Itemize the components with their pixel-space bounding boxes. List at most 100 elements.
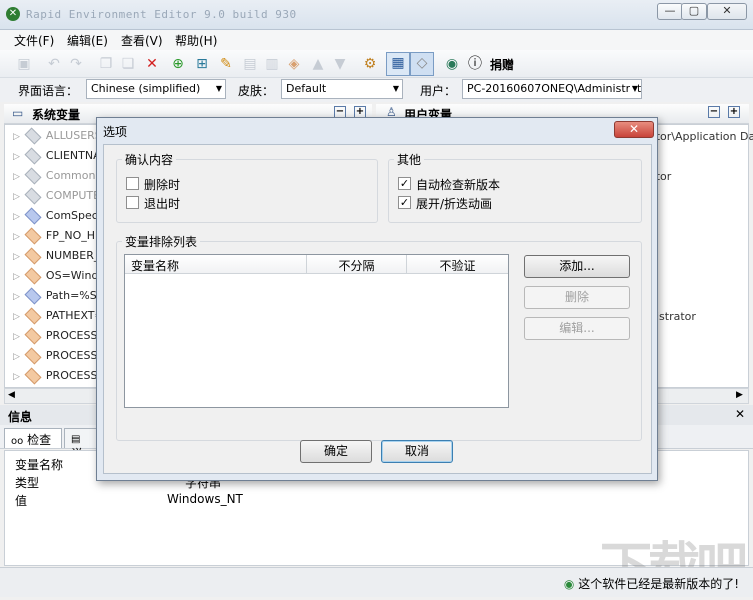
info-title: 信息 [8,410,33,424]
other-group-title: 其他 [394,151,425,168]
list-item[interactable]: ▷ PATHEXT= [13,307,104,329]
list-item[interactable]: ▷ ALLUSERS [13,127,102,149]
menu-edit[interactable]: 编辑(E) [67,32,108,49]
scroll-right-icon[interactable]: ▶ [736,390,743,400]
column-header-name[interactable]: 变量名称 [125,255,307,274]
cut-icon[interactable]: ▤ [240,54,260,74]
list-item[interactable]: ▷ Path=%S [13,287,97,309]
close-button[interactable]: ✕ [707,3,747,20]
clone-icon[interactable]: ▥ [262,54,282,74]
tab-check[interactable]: oo 检查 [4,428,62,448]
info-row-type-label: 类型 [15,476,40,490]
help-icon[interactable]: ⓘ [465,54,485,74]
exclude-group-title: 变量排除列表 [122,233,201,250]
donate-link[interactable]: 捐赠 [490,56,514,73]
settings-row: 界面语言： Chinese (simplified) ▼ 皮肤： Default… [0,78,753,102]
expand-animation-checkbox[interactable]: ✓ [398,196,411,209]
menu-view[interactable]: 查看(V) [121,32,163,49]
language-value: Chinese (simplified) [91,82,201,95]
dialog-title: 选项 [103,125,128,139]
expand-animation-label[interactable]: 展开/折迭动画 [416,195,492,212]
auto-check-checkbox[interactable]: ✓ [398,177,411,190]
tab-description[interactable]: ▤ 说 [64,428,100,461]
list-item[interactable]: ▷ PROCESS [13,347,97,369]
delete-button[interactable]: 删除 [524,286,630,309]
system-vars-title: 系统变量 [32,108,81,122]
cancel-button[interactable]: 取消 [381,440,453,463]
confirm-group-title: 确认内容 [122,151,177,168]
minimize-button[interactable]: — [657,3,683,20]
status-message: ◉ 这个软件已经是最新版本的了! [564,575,739,592]
scroll-left-icon[interactable]: ◀ [8,390,15,400]
info-row-value-label: 值 [15,494,28,508]
options-dialog: 选项 ✕ 确认内容 删除时 退出时 其他 ✓ 自动检查新版本 ✓ 展开/折迭动画… [96,117,658,481]
language-select[interactable]: Chinese (simplified) ▼ [86,79,226,99]
delete-icon[interactable]: ✕ [142,54,162,74]
language-label: 界面语言： [18,84,79,98]
monitor-icon: ▭ [12,106,24,120]
auto-check-label[interactable]: 自动检查新版本 [416,176,500,193]
skin-value: Default [286,82,327,95]
expand-all-icon[interactable]: + [728,106,740,118]
window-title: Rapid Environment Editor 9.0 build 930 [26,8,297,21]
exclude-table[interactable]: 变量名称 不分隔 不验证 [124,254,509,408]
copy-icon[interactable]: ❐ [96,54,116,74]
list-item[interactable]: ▷ NUMBER_ [13,247,99,269]
collapse-all-icon[interactable]: − [708,106,720,118]
user-label: 用户： [420,84,457,98]
list-item[interactable]: ▷ FP_NO_H [13,227,95,249]
user-select[interactable]: PC-20160607ONEQ\Administrato ▼ [462,79,642,99]
save-icon[interactable]: ▣ [14,54,34,74]
undo-icon[interactable]: ↶ [44,54,64,74]
list-item[interactable]: ▷ ComSpec= [13,207,107,229]
document-icon: ▤ [71,434,81,445]
column-header-no-validate[interactable]: 不验证 [407,255,508,274]
status-text: 这个软件已经是最新版本的了! [578,577,739,591]
edit-icon[interactable]: ✎ [216,54,236,74]
paste-icon[interactable]: ❏ [118,54,138,74]
close-icon[interactable]: ✕ [735,407,745,421]
edit-button[interactable]: 编辑... [524,317,630,340]
add-button[interactable]: 添加... [524,255,630,278]
skin-select[interactable]: Default ▼ [281,79,403,99]
column-header-no-split[interactable]: 不分隔 [307,255,407,274]
glasses-icon: oo [11,436,24,447]
move-down-icon[interactable]: ▼ [330,54,350,74]
list-item[interactable]: ator\Application Da [649,130,753,143]
window-icon[interactable]: ▦ [386,52,410,76]
dialog-close-button[interactable]: ✕ [614,121,654,138]
list-item[interactable]: ▷ OS=Wind [13,267,98,289]
delete-confirm-checkbox[interactable] [126,177,139,190]
tab-check-label: 检查 [27,433,52,447]
list-item[interactable]: ▷ PROCESS [13,367,97,389]
ok-button[interactable]: 确定 [300,440,372,463]
options-icon[interactable]: ◇ [410,52,434,76]
dialog-body: 确认内容 删除时 退出时 其他 ✓ 自动检查新版本 ✓ 展开/折迭动画 变量排除… [103,144,652,474]
move-up-icon[interactable]: ▲ [308,54,328,74]
redo-icon[interactable]: ↷ [66,54,86,74]
add-value-icon[interactable]: ⊞ [192,54,212,74]
chevron-down-icon: ▼ [629,84,638,93]
delete-confirm-label[interactable]: 删除时 [144,176,180,193]
list-item[interactable]: ▷ COMPUTE [13,187,100,209]
tag-icon[interactable]: ◈ [284,54,304,74]
check-globe-icon: ◉ [563,577,575,591]
info-row-value-value: Windows_NT [167,492,243,506]
exit-confirm-label[interactable]: 退出时 [144,195,180,212]
add-variable-icon[interactable]: ⊕ [168,54,188,74]
globe-icon[interactable]: ◉ [442,54,462,74]
menu-file[interactable]: 文件(F) [14,32,54,49]
chevron-down-icon: ▼ [392,84,399,93]
skin-label: 皮肤： [238,84,275,98]
menu-help[interactable]: 帮助(H) [175,32,217,49]
list-item[interactable]: ▷ PROCESS [13,327,97,349]
chevron-down-icon: ▼ [215,84,222,93]
maximize-button[interactable]: ▢ [681,3,707,20]
toolbar: ▣ ↶ ↷ ❐ ❏ ✕ ⊕ ⊞ ✎ ▤ ▥ ◈ ▲ ▼ ⚙ ▦ ◇ ◉ ⓘ 捐赠 [0,50,753,78]
settings-icon[interactable]: ⚙ [360,54,380,74]
list-item[interactable]: ▷ CommonP [13,167,102,189]
info-row-name-label: 变量名称 [15,458,64,472]
list-item[interactable]: ▷ CLIENTNA [13,147,101,169]
exit-confirm-checkbox[interactable] [126,196,139,209]
status-bar: ◉ 这个软件已经是最新版本的了! [0,567,753,597]
